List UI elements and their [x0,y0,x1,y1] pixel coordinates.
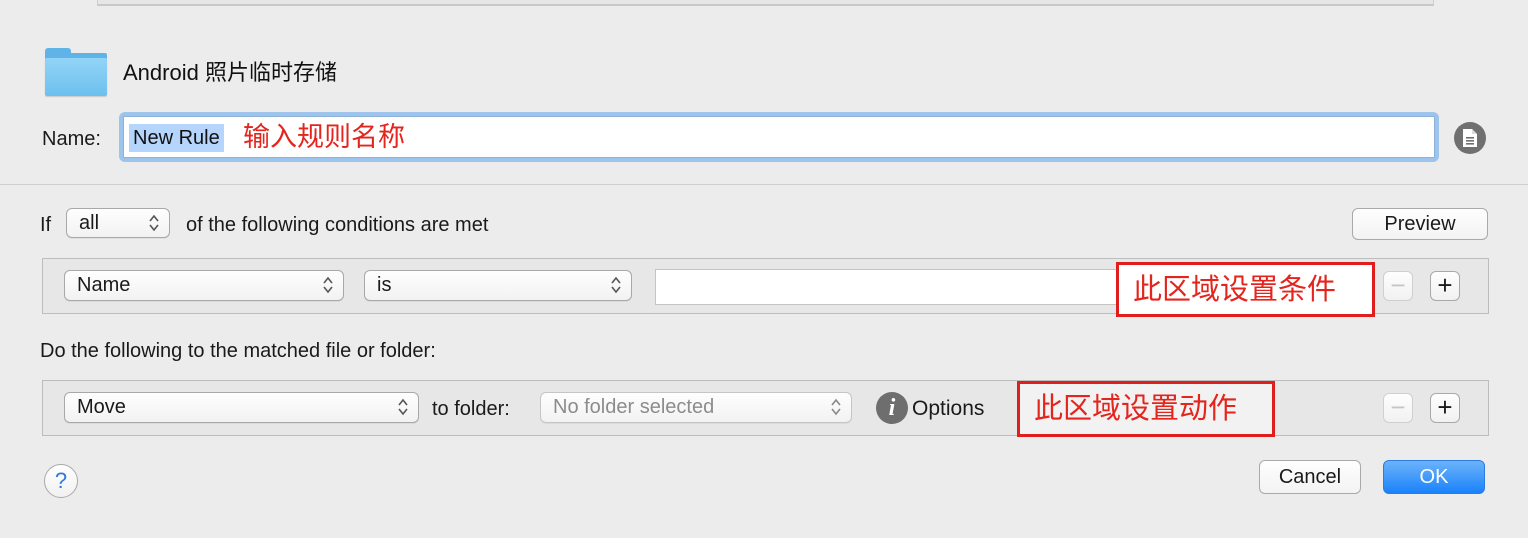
if-label: If [40,214,52,236]
operator-select-value: is [377,274,392,296]
conditions-suffix: of the following conditions are met [186,214,489,236]
attribute-select[interactable]: Name [64,270,344,301]
name-annotation: 输入规则名称 [243,122,405,152]
name-field-selected-text[interactable]: New Rule [129,124,224,152]
divider [0,184,1528,185]
help-icon[interactable]: ? [44,464,78,498]
action-select-value: Move [77,396,126,418]
remove-condition-button[interactable]: − [1383,271,1413,301]
operator-select[interactable]: is [364,270,632,301]
match-select-value: all [79,212,100,234]
chevron-updown-icon [611,276,621,294]
name-label: Name: [42,128,101,150]
chevron-updown-icon [323,276,333,294]
chevron-updown-icon [831,398,841,416]
condition-value-input[interactable] [655,269,1165,305]
folder-select-value: No folder selected [553,396,715,418]
add-action-button[interactable]: + [1430,393,1460,423]
folder-icon [45,58,107,96]
attribute-select-value: Name [77,274,131,296]
match-select[interactable]: all [66,208,170,238]
preview-button[interactable]: Preview [1352,208,1488,240]
chevron-updown-icon [398,398,408,416]
sheet-top-edge [97,0,1434,6]
info-icon[interactable]: i [876,392,908,424]
cancel-button[interactable]: Cancel [1259,460,1361,494]
chevron-updown-icon [149,214,159,232]
remove-action-button[interactable]: − [1383,393,1413,423]
folder-select[interactable]: No folder selected [540,392,852,423]
folder-title: Android 照片临时存储 [123,60,337,85]
action-select[interactable]: Move [64,392,419,423]
add-condition-button[interactable]: + [1430,271,1460,301]
action-annotation: 此区域设置动作 [1017,381,1275,437]
to-folder-label: to folder: [432,398,510,420]
condition-annotation: 此区域设置条件 [1116,262,1375,317]
actions-heading: Do the following to the matched file or … [40,340,436,362]
document-icon[interactable] [1454,122,1486,154]
ok-button[interactable]: OK [1383,460,1485,494]
options-label[interactable]: Options [912,396,984,422]
